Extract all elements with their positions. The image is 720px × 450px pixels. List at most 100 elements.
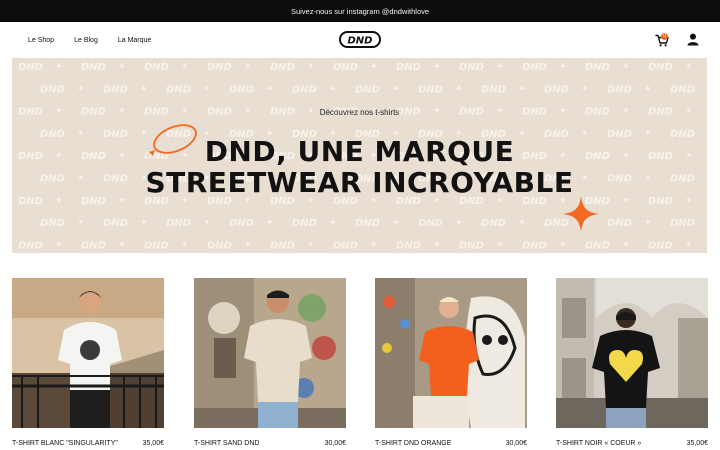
pattern-spark: ✦ [266,218,274,228]
pattern-spark: ✦ [622,240,630,250]
pattern-logo: DND [418,84,443,95]
pattern-logo: DND [396,62,421,73]
pattern-spark: ✦ [77,218,85,228]
pattern-spark: ✦ [433,62,441,72]
pattern-spark: ✦ [118,62,126,72]
pattern-logo: DND [18,62,43,73]
pattern-logo: DND [522,62,547,73]
pattern-spark: ✦ [118,240,126,250]
pattern-spark: ✦ [392,218,400,228]
pattern-spark: ✦ [622,62,630,72]
pattern-spark: ✦ [370,62,378,72]
product-price: 35,00€ [142,440,164,447]
pattern-spark: ✦ [496,240,504,250]
hero-title-line2: STREETWEAR INCROYABLE [145,166,574,199]
pattern-logo: DND [103,218,128,229]
pattern-spark: ✦ [559,62,567,72]
pattern-spark: ✦ [55,62,63,72]
pattern-spark: ✦ [203,218,211,228]
pattern-logo: DND [103,84,128,95]
hero-title-line1: DND, UNE MARQUE [204,135,515,168]
pattern-logo: DND [18,240,43,251]
pattern-spark: ✦ [307,240,315,250]
pattern-logo: DND [166,218,191,229]
pattern-logo: DND [81,240,106,251]
pattern-spark: ✦ [559,240,567,250]
pattern-logo: DND [40,84,65,95]
product-name[interactable]: T-SHIRT DND ORANGE [375,440,451,447]
pattern-spark: ✦ [644,218,652,228]
pattern-logo: DND [333,62,358,73]
product-photo[interactable] [375,278,527,428]
pattern-spark: ✦ [140,84,148,94]
pattern-logo: DND [81,62,106,73]
pattern-spark: ✦ [455,84,463,94]
product-name[interactable]: T-SHIRT NOIR « COEUR » [556,440,641,447]
pattern-spark: ✦ [455,218,463,228]
pattern-spark: ✦ [329,84,337,94]
pattern-logo: DND [40,218,65,229]
pattern-logo: DND [585,62,610,73]
pattern-spark: ✦ [181,62,189,72]
product-photo[interactable] [556,278,708,428]
pattern-spark: ✦ [518,84,526,94]
pattern-spark: ✦ [181,240,189,250]
pattern-spark: ✦ [203,84,211,94]
product-price: 30,00€ [324,440,346,447]
pattern-spark: ✦ [685,62,693,72]
product-card-black-heart[interactable]: T-SHIRT NOIR « COEUR » 35,00€ [556,278,708,447]
pattern-logo: DND [207,240,232,251]
product-photo[interactable] [194,278,346,428]
header-nav: Le Shop Le Blog La Marque DND 0 [0,22,720,58]
pattern-spark: ✦ [244,240,252,250]
product-name[interactable]: T-SHIRT SAND DND [194,440,259,447]
pattern-spark: ✦ [370,240,378,250]
pattern-spark: ✦ [329,218,337,228]
pattern-spark: ✦ [307,62,315,72]
product-card-orange[interactable]: T-SHIRT DND ORANGE 30,00€ [375,278,527,447]
pattern-spark: ✦ [55,240,63,250]
pattern-logo: DND [481,218,506,229]
nav-link-shop[interactable]: Le Shop [28,37,54,44]
product-price: 35,00€ [686,440,708,447]
nav-link-brand[interactable]: La Marque [118,37,151,44]
pattern-spark: ✦ [77,84,85,94]
hero-subtitle[interactable]: Découvrez nos t-shirts [12,108,707,117]
hero-title: DND, UNE MARQUE STREETWEAR INCROYABLE [12,136,707,198]
nav-links: Le Shop Le Blog La Marque [28,22,151,58]
account-icon[interactable] [687,33,699,46]
hero-banner[interactable]: DND ✦ DND ✦ DND ✦ DND ✦ DND ✦ DND ✦ DND ✦ DND ✦ DND ✦ DND ✦… [12,58,707,253]
pattern-logo: DND [670,218,695,229]
nav-link-blog[interactable]: Le Blog [74,37,98,44]
pattern-logo: DND [522,240,547,251]
pattern-logo: DND [544,84,569,95]
pattern-logo: DND [607,218,632,229]
pattern-logo: DND [355,84,380,95]
pattern-spark: ✦ [518,218,526,228]
product-card-sand[interactable]: T-SHIRT SAND DND 30,00€ [194,278,346,447]
product-name[interactable]: T-SHIRT BLANC "SINGULARITY" [12,440,118,447]
pattern-logo: DND [459,240,484,251]
pattern-logo: DND [648,240,673,251]
pattern-logo: DND [670,84,695,95]
product-card-singularity[interactable]: T-SHIRT BLANC "SINGULARITY" 35,00€ [12,278,164,447]
pattern-logo: DND [144,62,169,73]
pattern-logo: DND [459,62,484,73]
pattern-logo: DND [229,84,254,95]
pattern-logo: DND [292,84,317,95]
cart-count-badge: 0 [661,33,668,40]
pattern-logo: DND [481,84,506,95]
pattern-logo: DND [607,84,632,95]
brand-logo[interactable]: DND [339,31,381,48]
pattern-logo: DND [229,218,254,229]
pattern-logo: DND [144,240,169,251]
logo-text: DND [348,36,373,47]
announcement-text[interactable]: Suivez-nous sur instagram @dndwithlove [291,7,429,16]
pattern-logo: DND [270,240,295,251]
orbit-ring-icon [149,124,197,156]
pattern-logo: DND [585,240,610,251]
product-photo[interactable] [12,278,164,428]
pattern-logo: DND [333,240,358,251]
pattern-logo: DND [648,62,673,73]
pattern-spark: ✦ [644,84,652,94]
